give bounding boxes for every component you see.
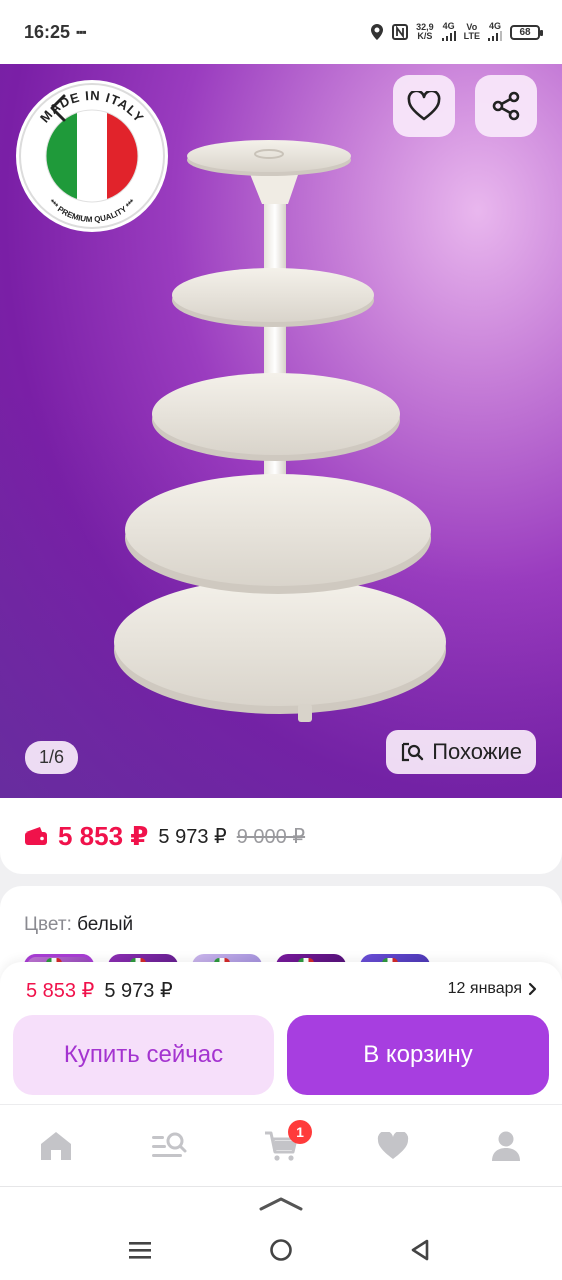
chevron-up-icon bbox=[259, 1197, 303, 1211]
color-label: Цвет: bbox=[24, 914, 72, 935]
favorite-button[interactable] bbox=[393, 75, 455, 137]
signal-2-label: 4G bbox=[488, 20, 501, 31]
color-value: белый bbox=[77, 914, 134, 935]
nfc-icon bbox=[392, 24, 409, 40]
product-page: 16:25 ▪▪▪ 32,9 K/S 4G Vo LTE 4G 68 MADE … bbox=[0, 0, 562, 1280]
system-navigation-bar bbox=[0, 1186, 562, 1280]
buy-bar-price-alt: 5 973 ₽ bbox=[104, 980, 173, 1002]
back-button[interactable] bbox=[38, 88, 78, 128]
wallet-icon bbox=[25, 827, 47, 845]
expand-handle[interactable] bbox=[258, 1195, 304, 1218]
made-in-italy-badge: MADE IN ITALY *** PREMIUM QUALITY *** bbox=[12, 76, 172, 236]
heart-outline-icon bbox=[407, 91, 441, 121]
back-triangle-icon bbox=[411, 1239, 429, 1261]
price-old: 9 000 ₽ bbox=[236, 825, 306, 848]
net-speed-unit: K/S bbox=[417, 31, 433, 41]
delivery-date-link[interactable]: 12 января bbox=[448, 980, 538, 998]
buy-now-button[interactable]: Купить сейчас bbox=[13, 1015, 274, 1095]
profile-icon bbox=[491, 1131, 520, 1161]
cart-badge: 1 bbox=[287, 1119, 312, 1144]
net-speed: 32,9 K/S bbox=[416, 23, 434, 41]
tab-catalog[interactable] bbox=[134, 1116, 204, 1176]
tab-home[interactable] bbox=[21, 1116, 91, 1176]
similar-label: Похожие bbox=[432, 739, 522, 764]
share-button[interactable] bbox=[475, 75, 537, 137]
delivery-date: 12 января bbox=[447, 980, 522, 997]
price-main: 5 853 ₽ bbox=[58, 820, 149, 851]
similar-search-icon bbox=[402, 742, 424, 762]
similar-products-button[interactable]: Похожие bbox=[386, 730, 536, 774]
nav-back-button[interactable] bbox=[400, 1233, 440, 1267]
volte: Vo LTE bbox=[464, 23, 480, 41]
signal-bars-icon bbox=[488, 30, 502, 41]
tab-favorites[interactable] bbox=[358, 1116, 428, 1176]
tab-cart[interactable]: 1 bbox=[246, 1116, 316, 1176]
price-alt: 5 973 ₽ bbox=[158, 825, 227, 848]
status-bar: 16:25 ▪▪▪ 32,9 K/S 4G Vo LTE 4G 68 bbox=[0, 0, 562, 64]
chevron-right-icon bbox=[528, 982, 537, 996]
home-icon bbox=[41, 1131, 72, 1160]
signal-1: 4G bbox=[441, 20, 456, 43]
catalog-search-icon bbox=[151, 1132, 187, 1157]
buy-bar-price-main: 5 853 ₽ bbox=[26, 980, 95, 1002]
status-icons: 32,9 K/S 4G Vo LTE 4G 68 bbox=[370, 20, 543, 43]
product-image-gallery[interactable]: MADE IN ITALY *** PREMIUM QUALITY *** 1/… bbox=[0, 64, 562, 798]
italy-flag-seal: MADE IN ITALY *** PREMIUM QUALITY *** bbox=[16, 80, 168, 232]
image-counter: 1/6 bbox=[25, 741, 79, 774]
signal-1-label: 4G bbox=[442, 20, 455, 31]
volte-sub-label: LTE bbox=[463, 31, 480, 41]
signal-bars-icon bbox=[441, 30, 456, 41]
price-section: 5 853 ₽ 5 973 ₽ 9 000 ₽ bbox=[0, 798, 562, 874]
share-icon bbox=[492, 91, 520, 121]
back-arrow-icon bbox=[50, 94, 66, 122]
home-circle-icon bbox=[270, 1239, 292, 1261]
buy-bar: 5 853 ₽ 5 973 ₽ 12 января Купить сейчас … bbox=[0, 962, 562, 1104]
menu-icon bbox=[129, 1242, 151, 1259]
nav-home-button[interactable] bbox=[261, 1233, 301, 1267]
tab-profile[interactable] bbox=[471, 1116, 541, 1176]
signal-2: 4G bbox=[488, 20, 502, 43]
notification-dots: ▪▪▪ bbox=[76, 25, 87, 39]
battery-icon: 68 bbox=[510, 24, 543, 40]
location-icon bbox=[371, 24, 384, 40]
bottom-tab-bar: 1 bbox=[0, 1104, 562, 1186]
favorites-icon bbox=[378, 1131, 409, 1159]
color-label-row: Цвет: белый bbox=[24, 914, 538, 936]
nav-menu-button[interactable] bbox=[120, 1233, 160, 1267]
add-to-cart-button[interactable]: В корзину bbox=[287, 1015, 549, 1095]
buy-bar-prices: 5 853 ₽ 5 973 ₽ bbox=[26, 978, 173, 1003]
status-time: 16:25 bbox=[24, 21, 71, 42]
